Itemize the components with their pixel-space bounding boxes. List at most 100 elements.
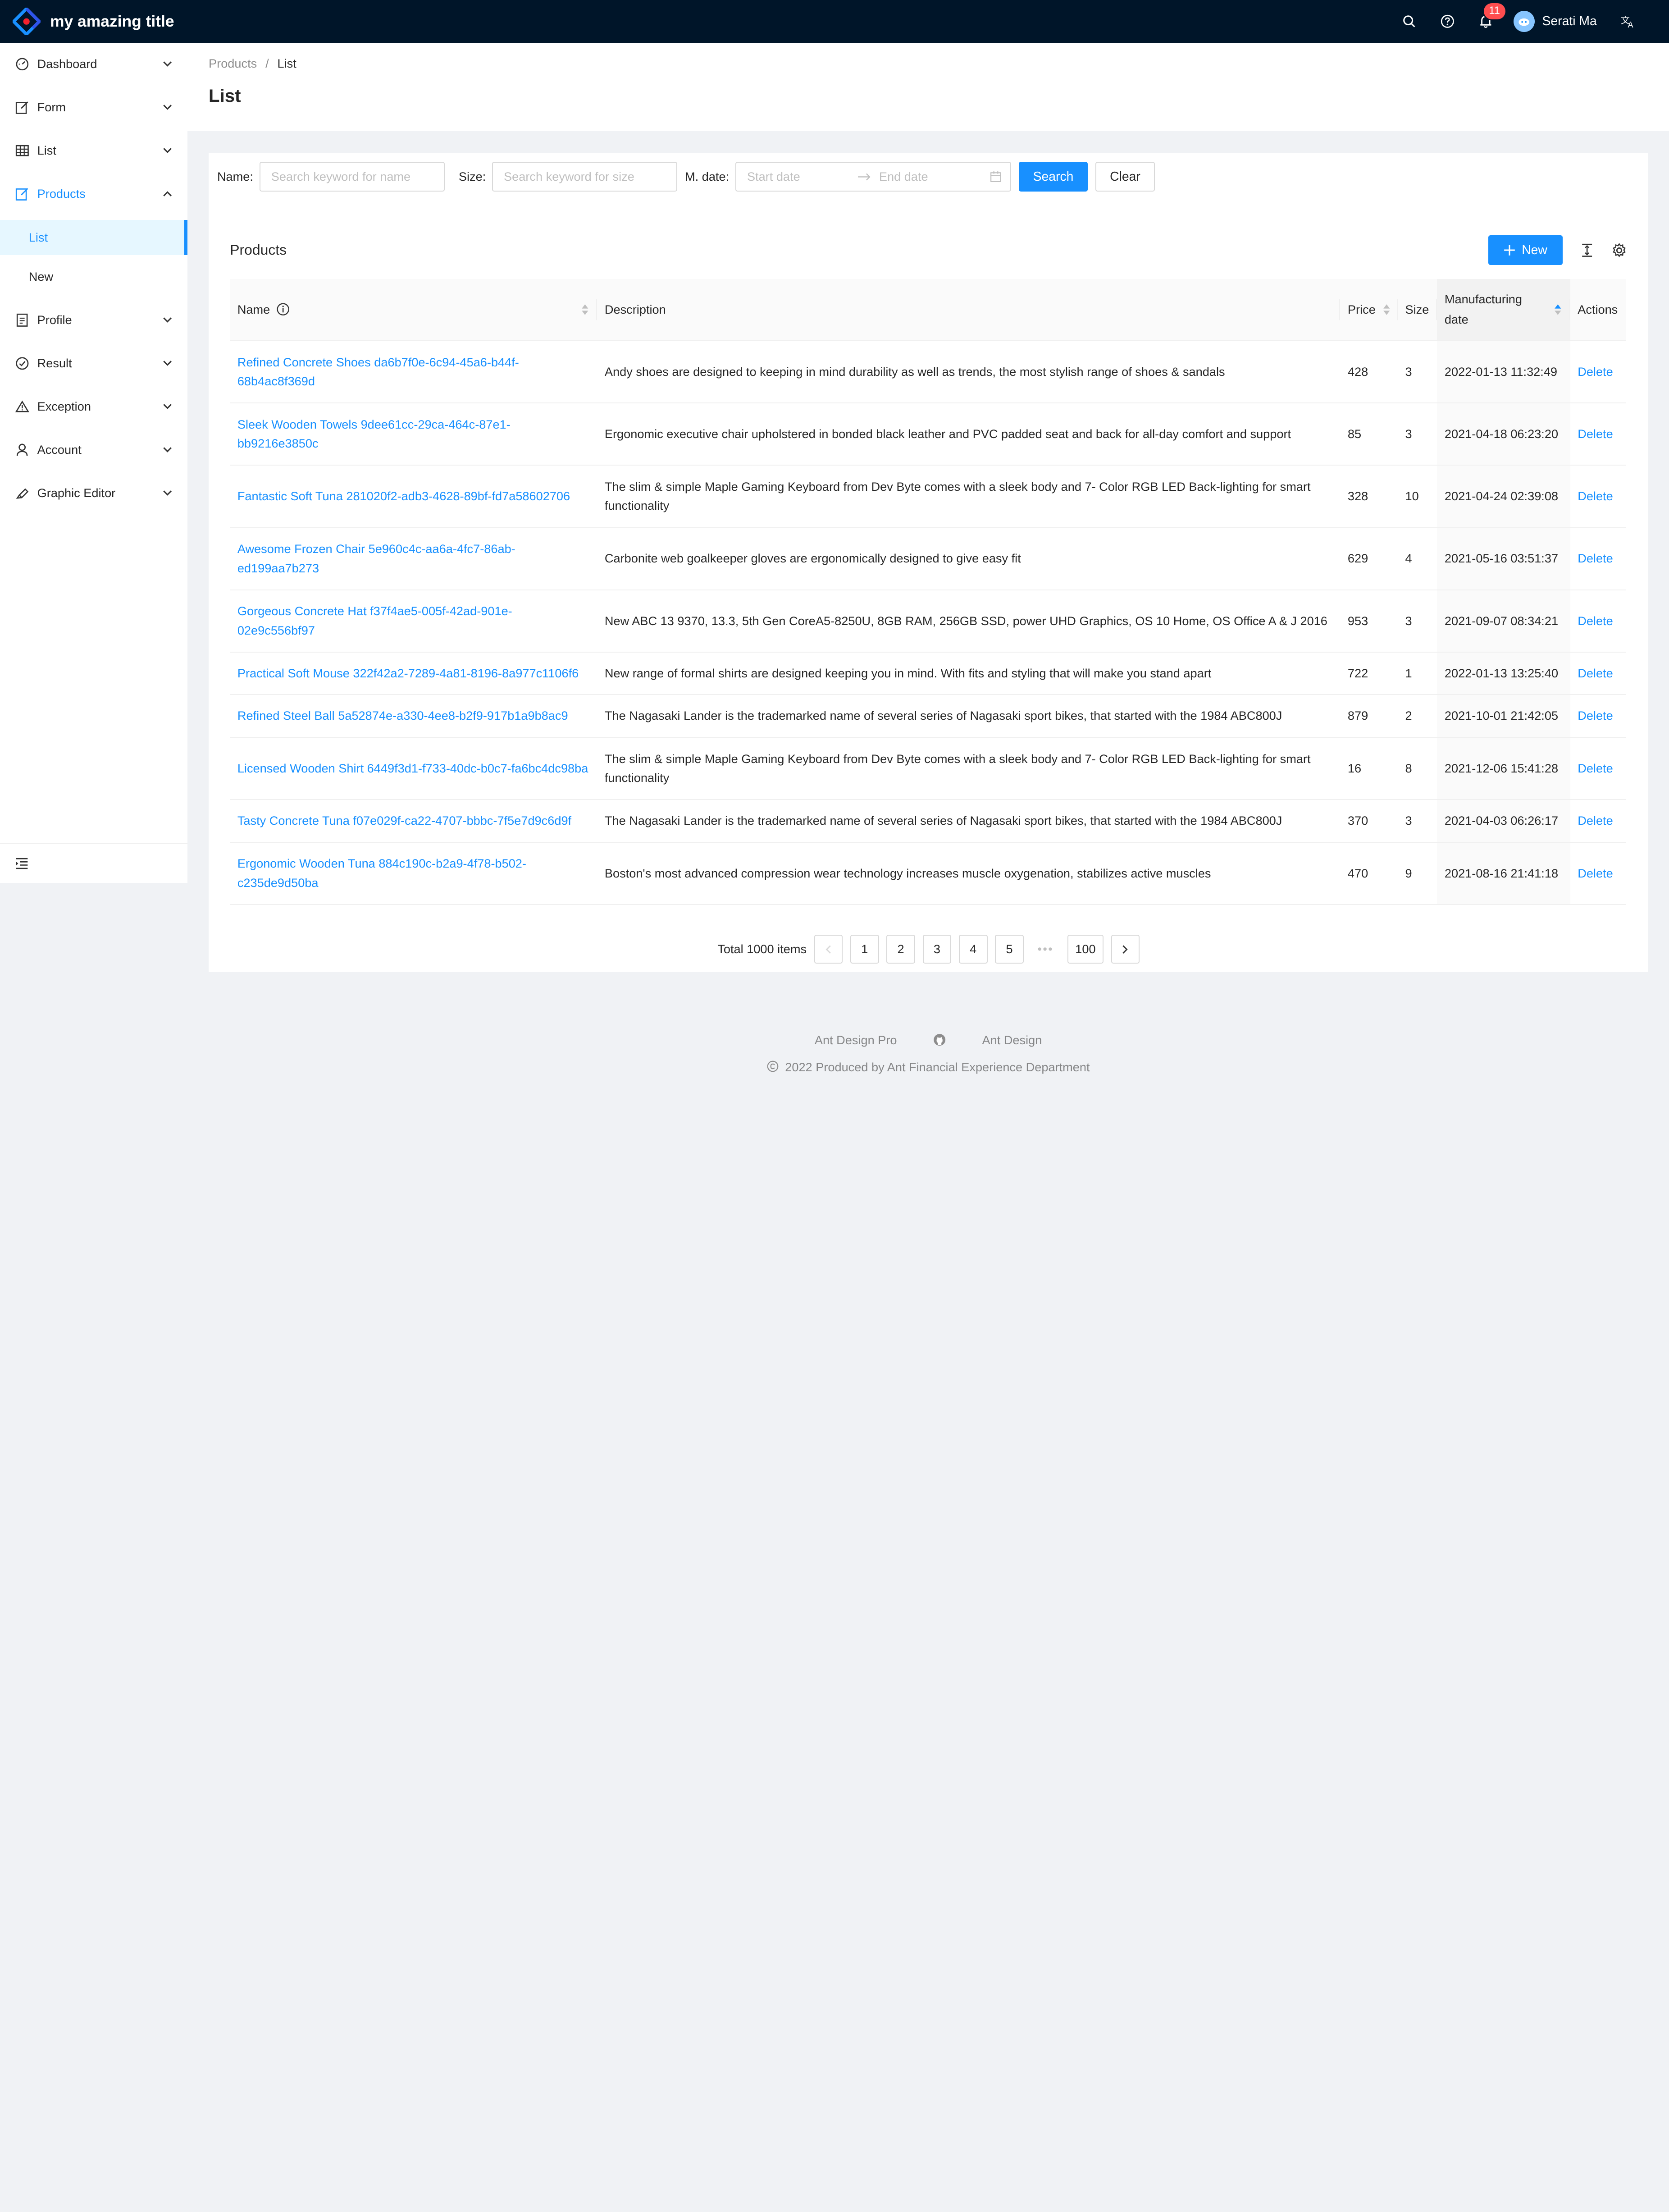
- clear-button[interactable]: Clear: [1095, 162, 1155, 192]
- delete-link[interactable]: Delete: [1578, 427, 1613, 441]
- bell-icon[interactable]: 11: [1467, 0, 1505, 43]
- product-name-link[interactable]: Refined Steel Ball 5a52874e-a330-4ee8-b2…: [237, 708, 568, 722]
- sidebar-item-profile[interactable]: Profile: [0, 298, 187, 342]
- product-name-link[interactable]: Fantastic Soft Tuna 281020f2-adb3-4628-8…: [237, 489, 570, 503]
- page-button-5[interactable]: 5: [995, 935, 1024, 964]
- breadcrumb: Products / List: [209, 56, 1648, 71]
- table-row: Refined Steel Ball 5a52874e-a330-4ee8-b2…: [230, 695, 1626, 738]
- product-name-link[interactable]: Sleek Wooden Towels 9dee61cc-29ca-464c-8…: [237, 417, 511, 451]
- delete-link[interactable]: Delete: [1578, 761, 1613, 775]
- page-button-2[interactable]: 2: [886, 935, 915, 964]
- column-header-name[interactable]: Name: [230, 279, 597, 341]
- chevron-down-icon: [163, 105, 172, 110]
- new-product-button[interactable]: New: [1488, 235, 1563, 265]
- collapse-sidebar-button[interactable]: [0, 843, 187, 882]
- chevron-up-icon: [163, 191, 172, 197]
- date-range-picker[interactable]: Start date End date: [735, 162, 1012, 192]
- column-height-icon[interactable]: [1581, 243, 1593, 257]
- sort-icon[interactable]: [581, 304, 589, 315]
- breadcrumb-products[interactable]: Products: [209, 56, 257, 71]
- sidebar-item-products[interactable]: Products: [0, 172, 187, 215]
- user-name: Serati Ma: [1542, 14, 1597, 28]
- sidebar-item-graphic-editor[interactable]: Graphic Editor: [0, 471, 187, 515]
- page-button-4[interactable]: 4: [958, 935, 988, 964]
- price-cell: 470: [1340, 842, 1398, 905]
- column-header-size: Size: [1397, 279, 1437, 341]
- column-header-price[interactable]: Price: [1340, 279, 1398, 341]
- search-icon[interactable]: [1390, 0, 1428, 43]
- profile-icon: [15, 313, 30, 328]
- sidebar-item-list[interactable]: List: [0, 129, 187, 172]
- product-name-link[interactable]: Awesome Frozen Chair 5e960c4c-aa6a-4fc7-…: [237, 542, 515, 575]
- delete-link[interactable]: Delete: [1578, 814, 1613, 827]
- date-cell: 2021-04-03 06:26:17: [1437, 800, 1570, 843]
- delete-link[interactable]: Delete: [1578, 614, 1613, 628]
- sort-icon[interactable]: [1383, 304, 1391, 315]
- sidebar-item-label: Profile: [37, 313, 72, 327]
- content-card: Name: Search keyword for name Size: Sear…: [209, 153, 1648, 972]
- date-cell: 2021-04-18 06:23:20: [1437, 403, 1570, 466]
- sort-ascending-icon[interactable]: [1554, 304, 1562, 315]
- translation-icon[interactable]: 文A: [1610, 0, 1648, 43]
- next-page-button[interactable]: [1111, 935, 1140, 964]
- sidebar-item-label: Exception: [37, 399, 91, 414]
- end-date-input[interactable]: End date: [879, 169, 990, 184]
- product-name-link[interactable]: Ergonomic Wooden Tuna 884c190c-b2a9-4f78…: [237, 856, 526, 890]
- sidebar-item-result[interactable]: Result: [0, 342, 187, 385]
- sidebar-subitem-products-list[interactable]: List: [0, 219, 187, 255]
- page-button-3[interactable]: 3: [922, 935, 952, 964]
- date-cell: 2021-08-16 21:41:18: [1437, 842, 1570, 905]
- column-header-manufacturing-date[interactable]: Manufacturing date: [1437, 279, 1570, 341]
- delete-link[interactable]: Delete: [1578, 866, 1613, 880]
- size-search-input[interactable]: Search keyword for size: [492, 162, 678, 192]
- delete-link[interactable]: Delete: [1578, 489, 1613, 503]
- page-button-1[interactable]: 1: [850, 935, 879, 964]
- user-menu[interactable]: Serati Ma: [1505, 10, 1610, 32]
- search-button[interactable]: Search: [1018, 162, 1088, 192]
- sidebar-item-form[interactable]: Form: [0, 86, 187, 129]
- footer-link-ant-design-pro[interactable]: Ant Design Pro: [815, 1033, 897, 1047]
- product-name-link[interactable]: Practical Soft Mouse 322f42a2-7289-4a81-…: [237, 666, 579, 680]
- price-cell: 722: [1340, 652, 1398, 695]
- delete-link[interactable]: Delete: [1578, 551, 1613, 565]
- size-label: Size:: [458, 169, 486, 184]
- chevron-down-icon: [163, 404, 172, 409]
- sidebar-item-account[interactable]: Account: [0, 428, 187, 471]
- size-cell: 1: [1397, 652, 1437, 695]
- product-name-link[interactable]: Licensed Wooden Shirt 6449f3d1-f733-40dc…: [237, 761, 588, 775]
- delete-link[interactable]: Delete: [1578, 708, 1613, 722]
- table-row: Practical Soft Mouse 322f42a2-7289-4a81-…: [230, 652, 1626, 695]
- page-header: Products / List List: [187, 42, 1669, 131]
- plus-icon: [1504, 245, 1515, 256]
- size-cell: 10: [1397, 465, 1437, 528]
- product-name-link[interactable]: Refined Concrete Shoes da6b7f0e-6c94-45a…: [237, 355, 519, 388]
- product-name-link[interactable]: Tasty Concrete Tuna f07e029f-ca22-4707-b…: [237, 814, 571, 827]
- sidebar-item-label: Form: [37, 100, 66, 114]
- page-button-last[interactable]: 100: [1067, 935, 1104, 964]
- sidebar-subitem-label: New: [28, 269, 54, 283]
- footer-link-ant-design[interactable]: Ant Design: [982, 1033, 1042, 1047]
- products-table: Name Description Price Size Manufacturin…: [230, 279, 1626, 905]
- start-date-input[interactable]: Start date: [747, 169, 858, 184]
- setting-icon[interactable]: [1612, 242, 1627, 258]
- sidebar-subitem-products-new[interactable]: New: [0, 259, 187, 294]
- chevron-down-icon: [163, 490, 172, 496]
- table-row: Refined Concrete Shoes da6b7f0e-6c94-45a…: [230, 340, 1626, 404]
- sidebar-item-dashboard[interactable]: Dashboard: [0, 43, 187, 86]
- question-circle-icon[interactable]: [1428, 0, 1467, 43]
- name-search-input[interactable]: Search keyword for name: [260, 162, 445, 192]
- github-icon[interactable]: [933, 1033, 946, 1046]
- delete-link[interactable]: Delete: [1578, 365, 1613, 379]
- delete-link[interactable]: Delete: [1578, 666, 1613, 680]
- table-row: Gorgeous Concrete Hat f37f4ae5-005f-42ad…: [230, 590, 1626, 653]
- sidebar-item-exception[interactable]: Exception: [0, 385, 187, 428]
- form-icon: [15, 187, 30, 201]
- description-cell: Carbonite web goalkeeper gloves are ergo…: [597, 527, 1341, 590]
- highlight-icon: [15, 485, 30, 500]
- product-name-link[interactable]: Gorgeous Concrete Hat f37f4ae5-005f-42ad…: [237, 604, 512, 637]
- logo[interactable]: my amazing title: [0, 7, 213, 35]
- description-cell: The slim & simple Maple Gaming Keyboard …: [597, 465, 1341, 528]
- pagination-jump-next[interactable]: •••: [1031, 942, 1060, 956]
- prev-page-button[interactable]: [814, 935, 843, 964]
- dashboard-icon: [15, 57, 30, 72]
